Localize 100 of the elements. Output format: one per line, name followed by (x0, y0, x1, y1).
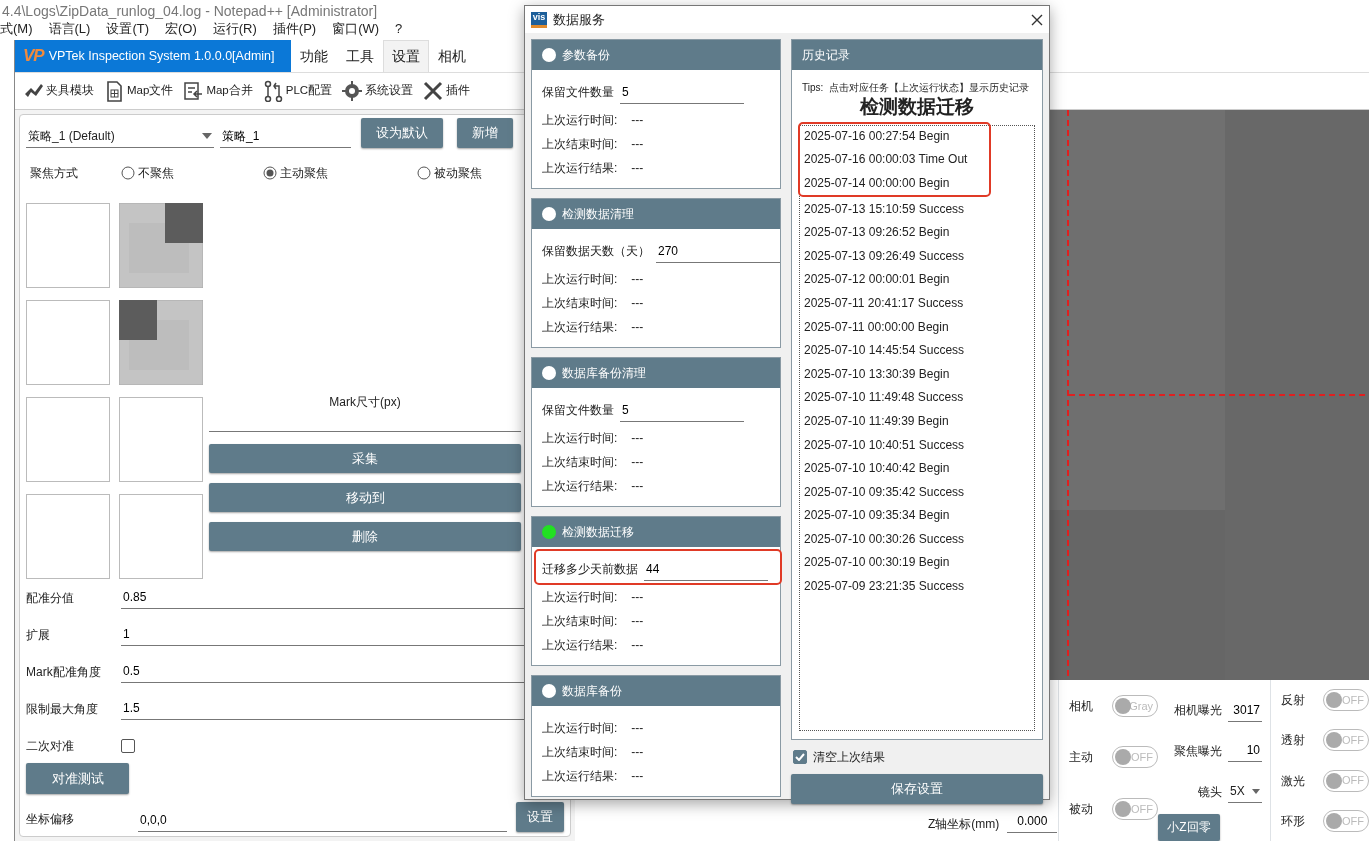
menu-item[interactable]: 插件(P) (272, 19, 317, 39)
toolbar-button[interactable]: 夹具模块 (19, 78, 97, 104)
field-label: 上次运行时间: (542, 112, 618, 129)
history-entry[interactable]: 2025-07-09 23:21:35 Success (800, 574, 1034, 598)
section-header[interactable]: 数据库备份 (532, 676, 780, 706)
section-header[interactable]: 检测数据清理 (532, 199, 780, 229)
input-field[interactable]: 270 (656, 239, 780, 263)
field-value[interactable]: --- (631, 270, 644, 288)
field-value[interactable]: --- (631, 588, 644, 606)
history-entry[interactable]: 2025-07-11 20:41:17 Success (800, 291, 1034, 315)
field-value[interactable]: --- (631, 612, 644, 630)
history-entry[interactable]: 2025-07-16 00:27:54 Begin (800, 124, 989, 148)
button[interactable]: 设为默认 (361, 118, 443, 148)
menu-item[interactable]: 设置(T) (106, 19, 149, 39)
history-entry[interactable]: 2025-07-10 09:35:34 Begin (800, 503, 1034, 528)
menu-item[interactable]: 运行(R) (212, 19, 257, 39)
button[interactable]: 采集 (209, 444, 521, 473)
history-entry[interactable]: 2025-07-10 00:30:26 Success (800, 527, 1034, 551)
menu-item[interactable]: 语言(L) (48, 19, 91, 39)
input-field[interactable]: 0.85 (121, 586, 524, 609)
input-field[interactable]: 1.5 (121, 697, 524, 720)
section-header[interactable]: 参数备份 (532, 40, 780, 70)
toolbar-button[interactable]: 插件 (419, 78, 474, 104)
field-label: Mark配准角度 (26, 663, 102, 681)
input-field[interactable]: 1 (121, 623, 524, 646)
toolbar-button[interactable]: PLC配置 (258, 78, 336, 104)
button[interactable]: 删除 (209, 522, 521, 551)
radio-option[interactable]: 主动聚焦 (263, 164, 328, 182)
menu-item[interactable]: 窗口(W) (332, 19, 380, 39)
field[interactable]: Mark尺寸(px) (209, 391, 521, 432)
history-entry[interactable]: 2025-07-10 00:30:19 Begin (800, 550, 1034, 575)
history-entry[interactable]: 2025-07-10 11:49:48 Success (800, 385, 1034, 410)
section-header[interactable]: 检测数据迁移 (532, 517, 780, 547)
window-title: VPTek Inspection System 1.0.0.0[Admin] (48, 47, 275, 65)
field-label: 镜头 (1198, 783, 1222, 801)
history-entry[interactable]: 2025-07-10 14:45:54 Success (800, 338, 1034, 362)
toolbar-button[interactable]: 系统设置 (338, 78, 417, 104)
history-entry[interactable]: 2025-07-12 00:00:01 Begin (800, 267, 1034, 292)
history-entry[interactable]: 2025-07-10 13:30:39 Begin (800, 361, 1034, 386)
toolbar-button[interactable]: Map文件 (100, 78, 177, 104)
field-label: 坐标偏移 (26, 811, 75, 828)
button[interactable]: 小Z回零 (1158, 813, 1220, 841)
input-field[interactable]: 5 (620, 80, 744, 104)
tab[interactable]: 相机 (429, 40, 475, 72)
dropdown[interactable]: 5X (1228, 780, 1262, 804)
history-entry[interactable]: 2025-07-11 00:00:00 Begin (800, 314, 1034, 339)
input-field[interactable]: 10 (1228, 739, 1262, 763)
history-entry[interactable]: 2025-07-13 15:10:59 Success (800, 196, 1034, 221)
checkbox-option[interactable]: 清空上次结果 (791, 740, 1043, 774)
field-value[interactable]: --- (631, 318, 644, 336)
history-entry[interactable]: 2025-07-14 00:00:00 Begin (800, 171, 989, 195)
tab[interactable]: 工具 (337, 40, 383, 72)
radio-option[interactable]: 不聚焦 (121, 164, 174, 182)
history-entry[interactable]: 2025-07-13 09:26:49 Success (800, 243, 1034, 268)
button[interactable]: 移动到 (209, 483, 521, 512)
history-entry[interactable]: 2025-07-10 10:40:51 Success (800, 432, 1034, 457)
menu-item[interactable]: 式(M) (0, 19, 33, 39)
field-value[interactable]: --- (631, 453, 644, 471)
menu-item[interactable]: 宏(O) (165, 19, 197, 39)
field-value[interactable]: --- (631, 767, 644, 785)
field-label: 上次运行时间: (542, 271, 618, 288)
toolbar-button[interactable]: Map合并 (179, 78, 256, 104)
save-button[interactable]: 保存设置 (791, 774, 1043, 804)
radio-option[interactable]: 被动聚焦 (417, 164, 482, 182)
history-entry[interactable]: 2025-07-13 09:26:52 Begin (800, 220, 1034, 244)
button[interactable]: 新增 (457, 118, 513, 148)
tab[interactable]: 设置 (383, 40, 429, 72)
field-label: 保留文件数量 (542, 402, 614, 419)
history-entry[interactable]: 2025-07-10 11:49:39 Begin (800, 409, 1034, 433)
strategy-select[interactable]: 策略_1 (Default) (26, 125, 214, 148)
name-field[interactable]: 策略_1 (220, 125, 351, 148)
history-entry[interactable]: 2025-07-10 10:40:42 Begin (800, 456, 1034, 480)
input-field[interactable]: 3017 (1228, 698, 1262, 722)
field-value[interactable]: --- (631, 636, 644, 654)
menu-item[interactable]: ? (395, 19, 403, 39)
section-header[interactable]: 数据库备份清理 (532, 358, 780, 388)
field-value[interactable]: --- (631, 429, 644, 447)
field-label: 二次对准 (26, 737, 75, 755)
input-field[interactable]: 0.000 (1007, 810, 1058, 833)
history-entry[interactable]: 2025-07-10 09:35:42 Success (800, 479, 1034, 504)
input-field[interactable]: 44 (644, 557, 768, 581)
field-value[interactable]: --- (631, 135, 644, 153)
field-label: 上次结束时间: (542, 295, 618, 312)
field-value[interactable]: --- (631, 159, 644, 177)
field-label: 上次运行结果: (542, 637, 618, 654)
field-value[interactable]: --- (631, 719, 644, 737)
input-field[interactable]: 0.5 (121, 660, 524, 683)
field-label: 被动 (1069, 801, 1093, 819)
field-label: 上次结束时间: (542, 136, 618, 153)
field-value[interactable]: --- (631, 111, 644, 129)
tab[interactable]: 功能 (291, 40, 337, 72)
input-field[interactable]: 5 (620, 398, 744, 422)
history-entry[interactable]: 2025-07-16 00:00:03 Time Out (800, 147, 989, 172)
field-value[interactable]: --- (631, 294, 644, 312)
field-value[interactable]: --- (631, 743, 644, 761)
button[interactable]: 对准测试 (26, 763, 129, 794)
input-field[interactable]: 0,0,0 (138, 809, 508, 832)
button[interactable]: 设置 (516, 802, 564, 832)
field-label: 迁移多少天前数据 (542, 561, 638, 578)
field-value[interactable]: --- (631, 477, 644, 495)
